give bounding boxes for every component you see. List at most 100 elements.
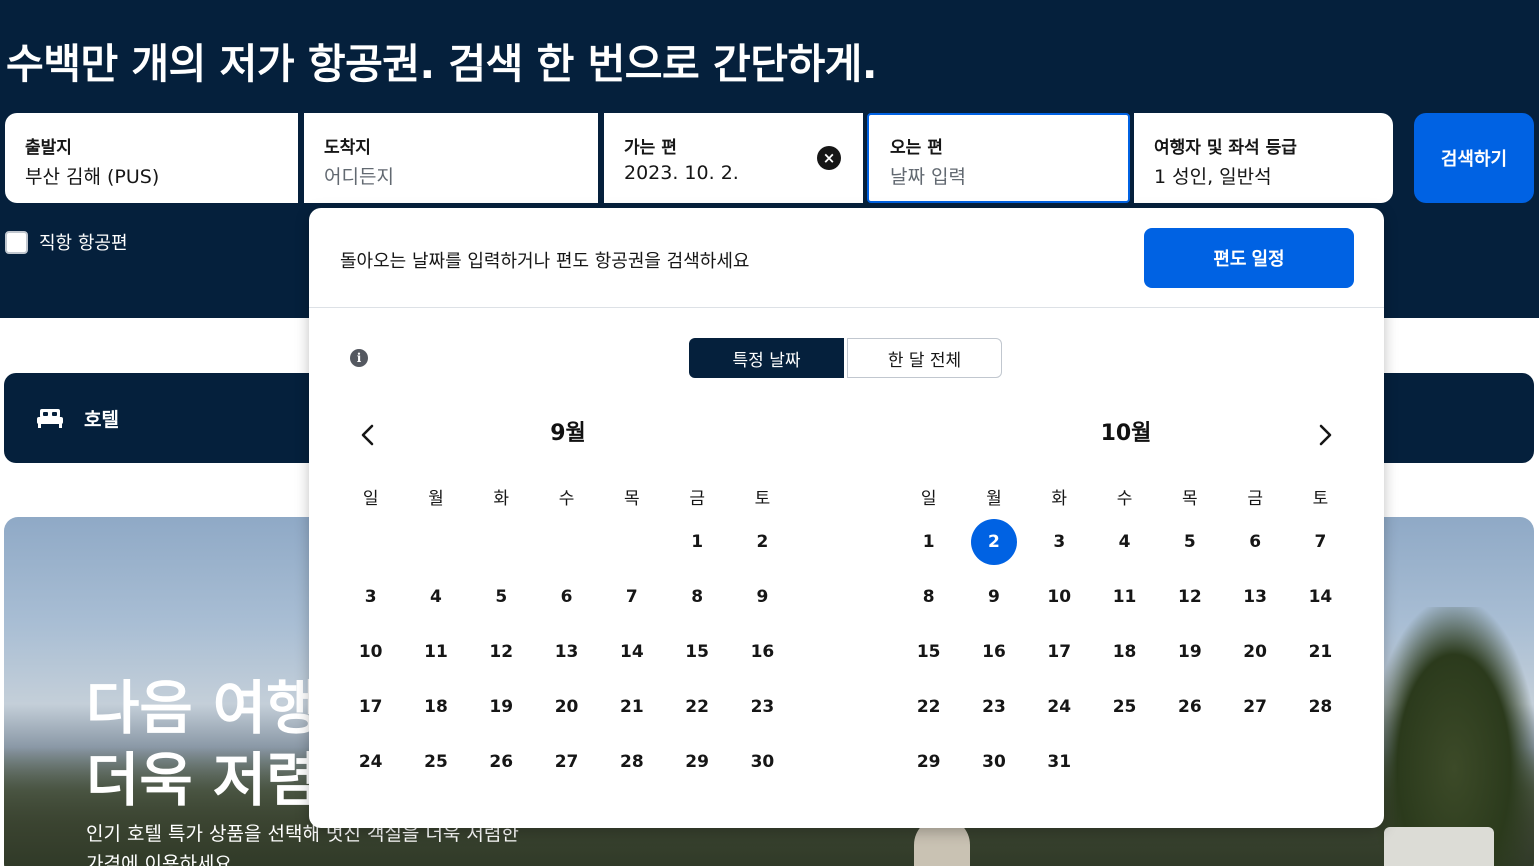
day-cell[interactable]: 10 bbox=[338, 624, 403, 679]
origin-field[interactable]: 출발지 부산 김해 (PUS) bbox=[5, 113, 298, 203]
day-cell[interactable]: 26 bbox=[469, 734, 534, 789]
day-cell[interactable]: 31 bbox=[1027, 734, 1092, 789]
day-cell[interactable]: 10 bbox=[1027, 569, 1092, 624]
day-cell[interactable]: 17 bbox=[338, 679, 403, 734]
day-cell[interactable]: 3 bbox=[338, 569, 403, 624]
day-cell[interactable]: 28 bbox=[1288, 679, 1353, 734]
destination-label: 도착지 bbox=[324, 138, 371, 158]
calendar-month: 10월 일월화수목금토 1 2 3 4 5 6 7 8 9 10 11 12 13 14 15 16 17 18 1… bbox=[896, 416, 1356, 789]
day-cell[interactable]: 21 bbox=[599, 679, 664, 734]
day-cell[interactable]: 21 bbox=[1288, 624, 1353, 679]
promo-title: 다음 여행 더욱 저렴 bbox=[86, 672, 320, 816]
info-icon[interactable]: i bbox=[350, 349, 368, 367]
day-cell[interactable]: 4 bbox=[403, 569, 468, 624]
day-cell[interactable]: 12 bbox=[469, 624, 534, 679]
day-cell[interactable]: 24 bbox=[1027, 679, 1092, 734]
day-cell[interactable]: 25 bbox=[1092, 679, 1157, 734]
day-cell[interactable]: 14 bbox=[599, 624, 664, 679]
day-cell[interactable]: 19 bbox=[469, 679, 534, 734]
weekday-label: 월 bbox=[428, 489, 444, 509]
day-cell[interactable]: 11 bbox=[1092, 569, 1157, 624]
destination-field[interactable]: 도착지 어디든지 bbox=[304, 113, 598, 203]
day-cell[interactable]: 23 bbox=[730, 679, 795, 734]
day-cell[interactable]: 20 bbox=[534, 679, 599, 734]
day-cell[interactable]: 13 bbox=[1222, 569, 1287, 624]
travellers-value[interactable]: 1 성인, 일반석 bbox=[1154, 162, 1373, 189]
day-cell[interactable]: 28 bbox=[599, 734, 664, 789]
day-cell[interactable]: 8 bbox=[664, 569, 729, 624]
day-cell[interactable]: 30 bbox=[730, 734, 795, 789]
tab-whole-month[interactable]: 한 달 전체 bbox=[847, 338, 1002, 378]
day-cell[interactable]: 16 bbox=[961, 624, 1026, 679]
promo-lounge-chair bbox=[1384, 827, 1494, 866]
day-cell[interactable]: 5 bbox=[469, 569, 534, 624]
day-cell[interactable]: 18 bbox=[403, 679, 468, 734]
day-cell[interactable]: 14 bbox=[1288, 569, 1353, 624]
destination-placeholder[interactable]: 어디든지 bbox=[324, 162, 578, 189]
day-cell[interactable]: 24 bbox=[338, 734, 403, 789]
day-cell[interactable]: 25 bbox=[403, 734, 468, 789]
day-cell[interactable]: 29 bbox=[664, 734, 729, 789]
travellers-field[interactable]: 여행자 및 좌석 등급 1 성인, 일반석 bbox=[1134, 113, 1393, 203]
day-cell[interactable]: 15 bbox=[896, 624, 961, 679]
empty-day-cell bbox=[469, 514, 534, 569]
day-cell[interactable]: 15 bbox=[664, 624, 729, 679]
calendar-month: 9월 일월화수목금토 1 2 3 4 5 6 7 8 9 10 11 12 13 14 15 16 17 18 19… bbox=[338, 416, 798, 789]
day-cell[interactable]: 30 bbox=[961, 734, 1026, 789]
day-cell[interactable]: 3 bbox=[1027, 514, 1092, 569]
day-cell[interactable]: 27 bbox=[534, 734, 599, 789]
day-cell[interactable]: 5 bbox=[1157, 514, 1222, 569]
day-cell[interactable]: 9 bbox=[961, 569, 1026, 624]
origin-value[interactable]: 부산 김해 (PUS) bbox=[25, 162, 278, 189]
direct-flights-option[interactable]: 직항 항공편 bbox=[5, 229, 128, 255]
return-placeholder[interactable]: 날짜 입력 bbox=[890, 162, 1108, 189]
day-cell[interactable]: 20 bbox=[1222, 624, 1287, 679]
day-cell[interactable]: 8 bbox=[896, 569, 961, 624]
day-cell-selected[interactable]: 2 bbox=[961, 514, 1026, 569]
weekday-label: 금 bbox=[1247, 489, 1263, 509]
day-cell[interactable]: 18 bbox=[1092, 624, 1157, 679]
weekday-label: 토 bbox=[1312, 489, 1329, 509]
day-cell[interactable]: 19 bbox=[1157, 624, 1222, 679]
day-cell[interactable]: 12 bbox=[1157, 569, 1222, 624]
day-cell[interactable]: 13 bbox=[534, 624, 599, 679]
day-cell[interactable]: 6 bbox=[534, 569, 599, 624]
day-cell[interactable]: 4 bbox=[1092, 514, 1157, 569]
travellers-label: 여행자 및 좌석 등급 bbox=[1154, 138, 1297, 158]
weekday-label: 화 bbox=[493, 489, 510, 509]
oneway-button[interactable]: 편도 일정 bbox=[1144, 228, 1354, 288]
search-button[interactable]: 검색하기 bbox=[1414, 113, 1534, 203]
day-cell[interactable]: 16 bbox=[730, 624, 795, 679]
depart-value[interactable]: 2023. 10. 2. bbox=[624, 162, 843, 184]
day-cell[interactable]: 7 bbox=[599, 569, 664, 624]
day-cell[interactable]: 6 bbox=[1222, 514, 1287, 569]
clear-date-icon[interactable]: × bbox=[817, 146, 841, 170]
return-label: 오는 편 bbox=[890, 138, 943, 158]
day-cell[interactable]: 22 bbox=[664, 679, 729, 734]
day-grid: 1 2 3 4 5 6 7 8 9 10 11 12 13 14 15 16 17 18 19 20 21 22 23 24 2… bbox=[896, 514, 1356, 789]
day-cell[interactable]: 9 bbox=[730, 569, 795, 624]
weekday-label: 일 bbox=[362, 489, 379, 509]
page-headline: 수백만 개의 저가 항공권. 검색 한 번으로 간단하게. bbox=[6, 40, 877, 88]
day-cell[interactable]: 23 bbox=[961, 679, 1026, 734]
day-cell[interactable]: 26 bbox=[1157, 679, 1222, 734]
day-cell[interactable]: 29 bbox=[896, 734, 961, 789]
tab-specific-date[interactable]: 특정 날짜 bbox=[689, 338, 844, 378]
day-cell[interactable]: 1 bbox=[664, 514, 729, 569]
empty-day-cell bbox=[534, 514, 599, 569]
depart-date-field[interactable]: 가는 편 2023. 10. 2. × bbox=[604, 113, 863, 203]
popup-message: 돌아오는 날짜를 입력하거나 편도 항공권을 검색하세요 bbox=[340, 251, 750, 272]
day-cell[interactable]: 1 bbox=[896, 514, 961, 569]
return-date-field[interactable]: 오는 편 날짜 입력 bbox=[867, 113, 1130, 203]
weekday-label: 일 bbox=[920, 489, 937, 509]
day-cell[interactable]: 17 bbox=[1027, 624, 1092, 679]
day-cell[interactable]: 22 bbox=[896, 679, 961, 734]
day-cell[interactable]: 27 bbox=[1222, 679, 1287, 734]
direct-flights-checkbox[interactable] bbox=[5, 230, 28, 254]
weekday-label: 목 bbox=[1182, 489, 1198, 509]
day-cell[interactable]: 2 bbox=[730, 514, 795, 569]
bed-icon bbox=[37, 409, 63, 428]
month-title: 10월 bbox=[1100, 421, 1152, 446]
day-cell[interactable]: 11 bbox=[403, 624, 468, 679]
day-cell[interactable]: 7 bbox=[1288, 514, 1353, 569]
